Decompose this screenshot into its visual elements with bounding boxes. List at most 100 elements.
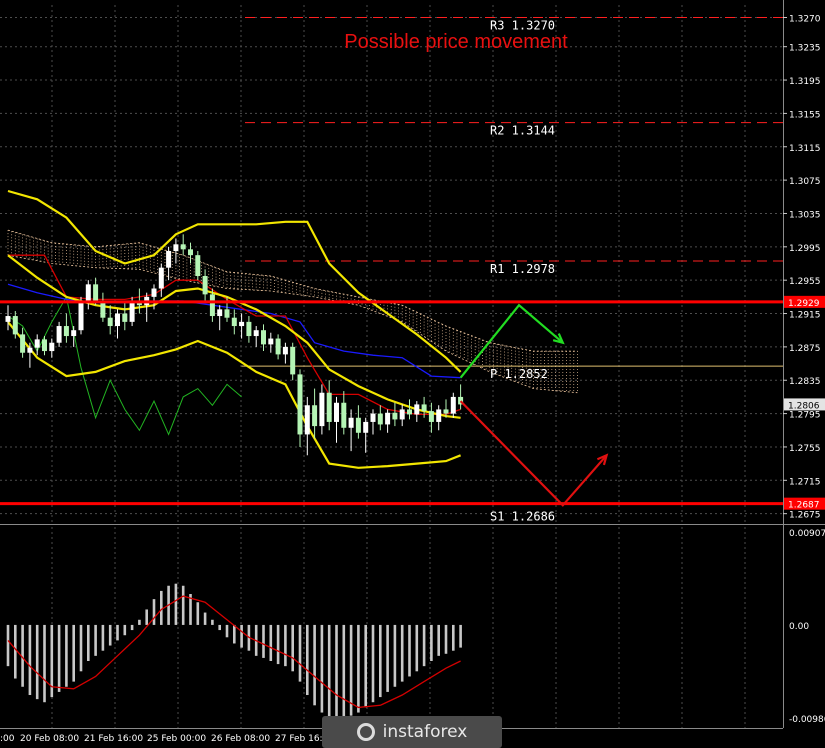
candle-body [63, 326, 69, 337]
time-label: :00 [0, 734, 15, 744]
candle-body [428, 411, 434, 422]
macd-bar [430, 624, 433, 661]
candle-body [166, 250, 172, 268]
macd-bar [14, 624, 17, 679]
candle-body [414, 404, 420, 415]
pivot-label-R1: R1 1.2978 [490, 262, 555, 276]
macd-bar [218, 624, 221, 631]
macd-bar [145, 609, 148, 625]
candle-body [282, 346, 288, 355]
candle-body [275, 338, 281, 355]
macd-bar [72, 624, 75, 682]
macd-bar [342, 624, 346, 718]
candle-body [122, 313, 128, 322]
price-tick-label: 1.2835 [789, 377, 821, 387]
macd-bar [28, 624, 32, 696]
candle-body [319, 392, 325, 427]
time-label: 25 Feb 00:00 [147, 734, 206, 744]
macd-bar [94, 624, 97, 656]
level-tag-lower: 1.2687 [788, 501, 820, 511]
candle-body [12, 316, 18, 335]
macd-bar [415, 624, 419, 672]
candle-body [326, 392, 332, 422]
watermark: instaforex [322, 716, 502, 748]
candle-body [129, 301, 135, 322]
candle-body [195, 255, 201, 277]
macd-bar [408, 624, 411, 677]
candle-body [56, 326, 62, 343]
price-tick-label: 1.2915 [789, 311, 821, 321]
candle-body [443, 409, 449, 414]
macd-bar [284, 624, 287, 667]
macd-bar [357, 624, 360, 713]
candle-body [450, 396, 456, 414]
candle-body [217, 309, 223, 317]
candle-body [42, 339, 47, 352]
level-tag-upper: 1.2929 [788, 299, 820, 309]
price-tick-label: 1.2675 [789, 511, 821, 521]
price-tick-label: 1.3155 [789, 110, 821, 120]
candle-body [261, 330, 266, 345]
pivot-label-R2: R2 1.3144 [490, 124, 555, 138]
chart-title: Possible price movement [344, 31, 568, 53]
time-label: 27 Feb 16:0 [275, 734, 329, 744]
price-tick-label: 1.3235 [789, 44, 821, 54]
macd-bar [233, 624, 236, 644]
pivot-label-P: P 1.2852 [490, 367, 548, 381]
candle-body [268, 338, 274, 345]
candle-body [385, 412, 391, 425]
macd-bar [327, 624, 331, 718]
macd-bar [276, 624, 280, 665]
candle-body [377, 413, 383, 425]
candle-body [78, 301, 84, 331]
macd-bar [400, 624, 404, 682]
time-label: 21 Feb 16:00 [84, 734, 143, 744]
price-tick-label: 1.3195 [789, 77, 821, 87]
macd-bar [152, 599, 156, 625]
candle-body [209, 294, 215, 317]
macd-bar [313, 624, 316, 706]
candle-body [158, 267, 164, 289]
price-tick-label: 1.2755 [789, 444, 821, 454]
candle-body [202, 276, 208, 295]
macd-bar [364, 624, 367, 708]
price-tick-label: 1.2715 [789, 477, 821, 487]
candle-body [436, 409, 442, 422]
macd-bar [437, 624, 440, 656]
candle-body [27, 347, 33, 353]
macd-bar [335, 624, 338, 720]
candle-body [363, 421, 369, 433]
candle-body [239, 321, 245, 327]
candle-body [180, 244, 186, 250]
macd-bar [116, 624, 119, 641]
candle-body [407, 409, 412, 415]
macd-bar [240, 624, 243, 648]
candle-body [297, 374, 303, 435]
candle-body [107, 317, 113, 327]
candle-body [253, 330, 259, 337]
candle-body [290, 346, 296, 375]
price-tick-label: 1.2955 [789, 277, 821, 287]
macd-bar [211, 619, 214, 625]
macd-bar [123, 624, 127, 636]
candle-body [188, 249, 193, 256]
macd-tick-label: -0.00986 [789, 715, 825, 725]
candle-body [341, 402, 347, 428]
candle-body [93, 284, 99, 302]
candle-body [370, 413, 376, 422]
candle-body [224, 309, 230, 318]
macd-bar [87, 624, 90, 661]
macd-bar [174, 583, 178, 625]
price-tick-label: 1.3270 [789, 15, 821, 25]
macd-bar [101, 624, 105, 651]
price-chart: R3 1.3270R2 1.3144R1 1.2978P 1.2852S1 1.… [0, 0, 825, 748]
macd-bar [452, 624, 455, 651]
candle-body [355, 417, 361, 433]
macd-bar [225, 624, 229, 638]
candle-body [20, 334, 26, 353]
price-tick-label: 1.2995 [789, 244, 821, 254]
candle-body [399, 409, 405, 420]
candle-body [151, 288, 157, 297]
macd-bar [320, 624, 324, 713]
candle-body [392, 412, 398, 420]
